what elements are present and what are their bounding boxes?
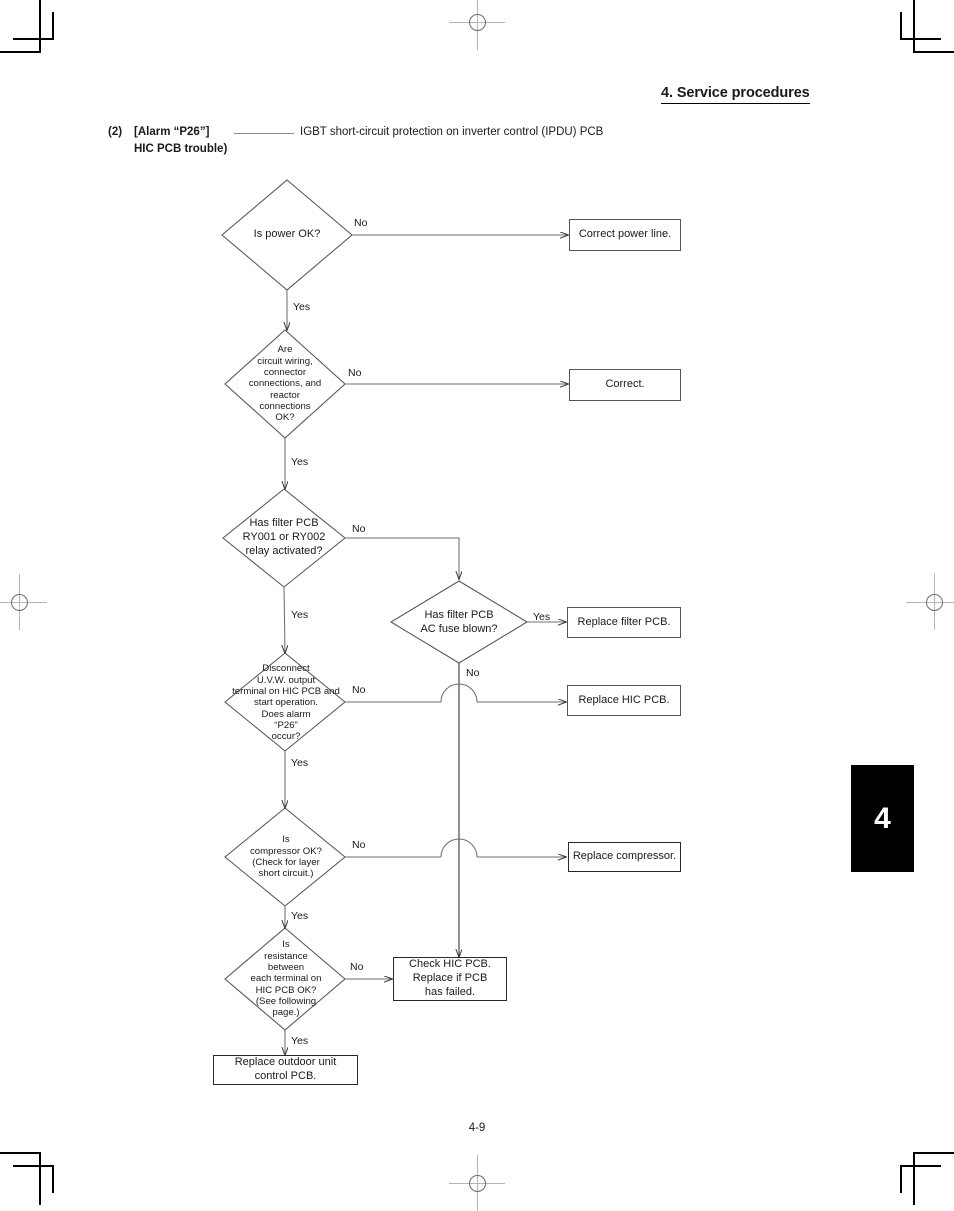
edge-label-d2-no: No [348,367,362,379]
edge-label-d1-yes: Yes [293,301,311,313]
result-replace-filter-pcb: Replace filter PCB. [567,607,681,638]
edge-label-d6-no: No [352,839,366,851]
edge-label-d4-no: No [466,667,480,679]
edge-label-d1-no: No [354,217,368,229]
result-replace-hic-pcb: Replace HIC PCB. [567,685,681,716]
edge-label-d3-yes: Yes [291,609,309,621]
edge-label-d6-yes: Yes [291,910,309,922]
result-replace-compressor: Replace compressor. [568,842,681,872]
troubleshooting-flowchart: Is power OK? Are circuit wiring, connect… [0,0,954,1205]
result-check-hic-pcb: Check HIC PCB. Replace if PCB has failed… [393,957,507,1001]
result-correct: Correct. [569,369,681,401]
flowchart-connectors [221,179,954,1205]
edge-label-d4-yes: Yes [533,611,551,623]
edge-label-d5-yes: Yes [291,757,309,769]
document-page: 4. Service procedures (2) [Alarm “P26”] … [0,0,954,1211]
edge-label-d7-yes: Yes [291,1035,309,1047]
edge-label-d7-no: No [350,961,364,973]
result-replace-outdoor-unit-control-pcb: Replace outdoor unit control PCB. [213,1055,358,1085]
edge-label-d5-no: No [352,684,366,696]
edge-label-d2-yes: Yes [291,456,309,468]
result-correct-power-line: Correct power line. [569,219,681,251]
edge-label-d3-no: No [352,523,366,535]
